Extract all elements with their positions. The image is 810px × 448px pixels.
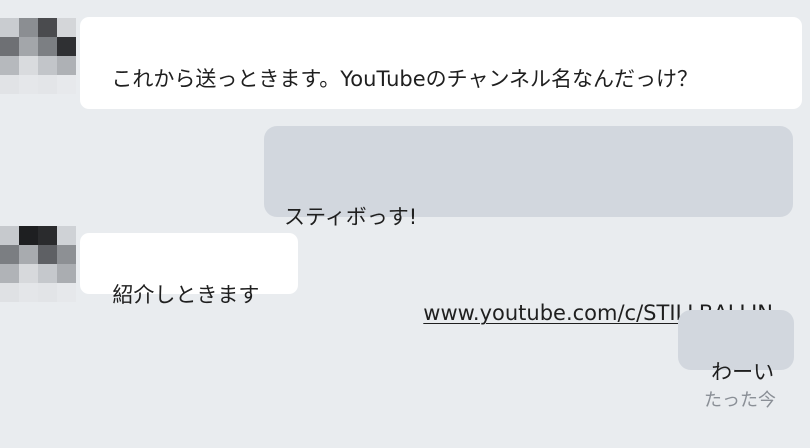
message-text: スティボっす! [284,205,418,229]
incoming-message: 紹介しときます [80,233,298,307]
sender-avatar[interactable] [0,18,76,94]
sender-avatar[interactable] [0,226,76,302]
message-text: わーい [711,360,775,384]
outgoing-message: スティボっす! www.youtube.com/c/STILLBALLIN [264,126,793,325]
incoming-message: これから送っときます。YouTubeのチャンネル名なんだっけ？ [80,17,802,109]
message-text: 紹介しときます [112,283,260,307]
outgoing-message: わーい [678,310,794,384]
message-text: これから送っときます。YouTubeのチャンネル名なんだっけ？ [111,67,699,91]
message-timestamp: たった今 [704,390,776,411]
